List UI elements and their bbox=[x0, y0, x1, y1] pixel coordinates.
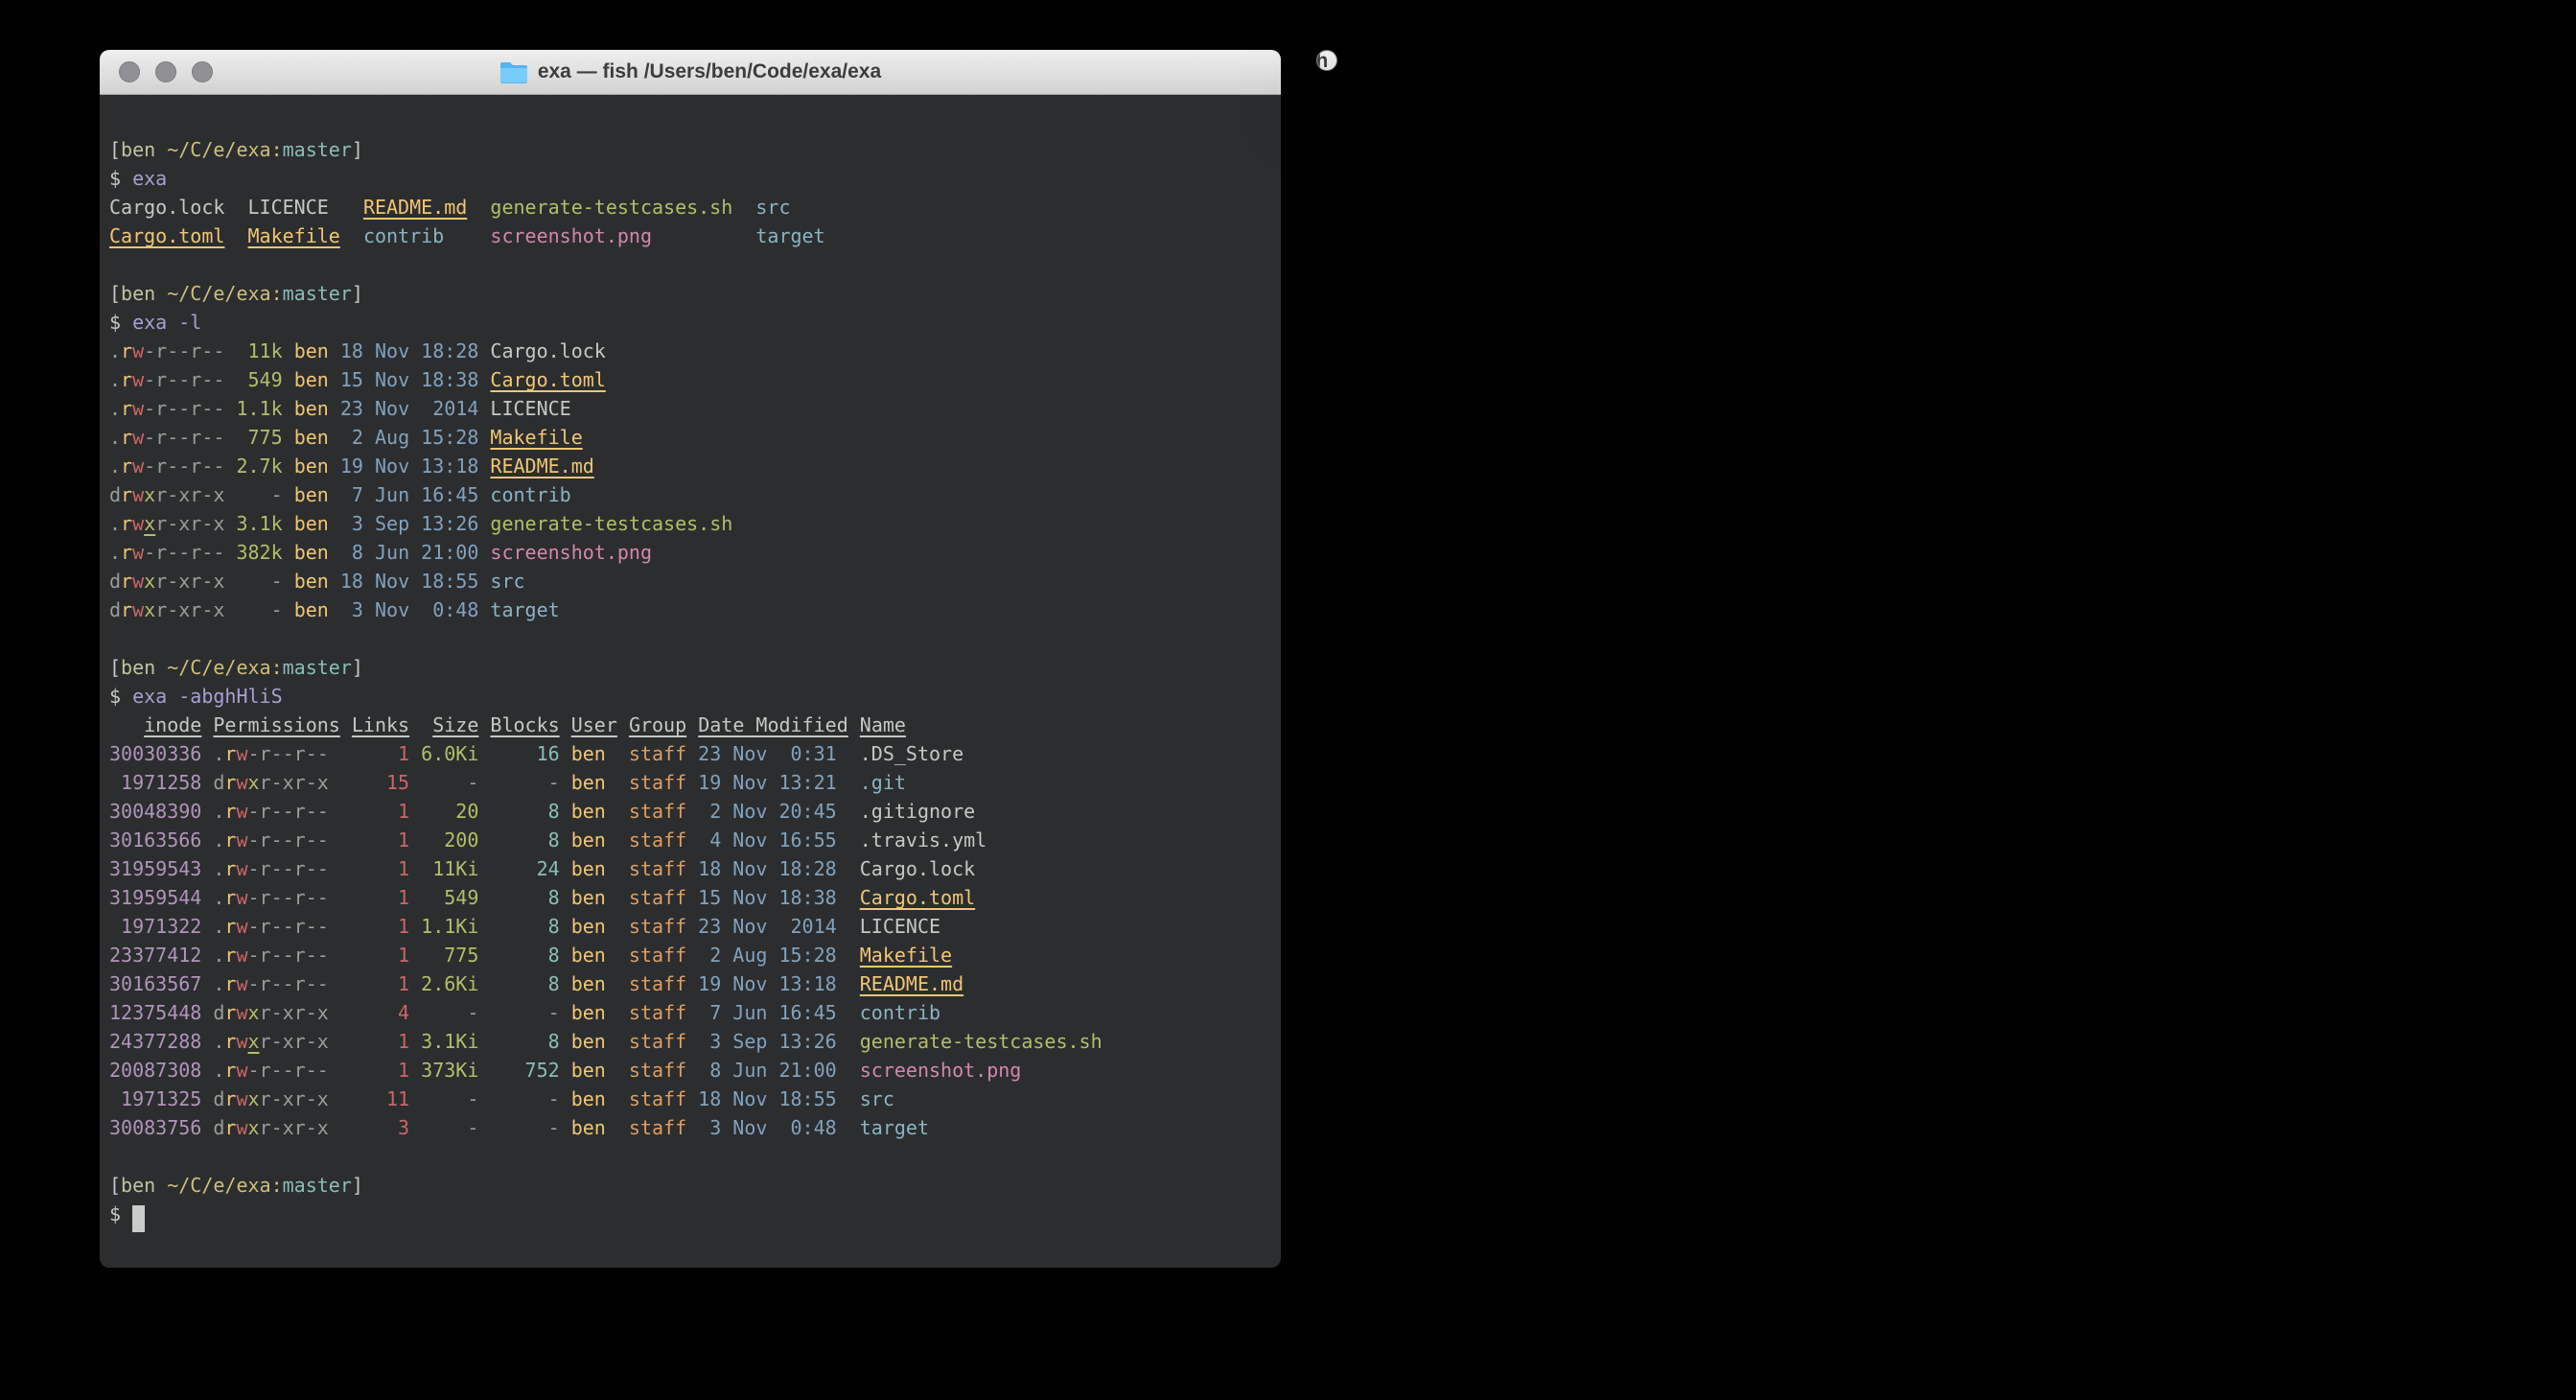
minimize-button[interactable] bbox=[155, 61, 176, 82]
terminal-line: 12375448 drwxr-xr-x 4 - - ben staff 7 Ju… bbox=[109, 998, 1281, 1027]
terminal-line: drwxr-xr-x - ben 7 Jun 16:45 contrib bbox=[109, 480, 1281, 509]
terminal-line: inode Permissions Links Size Blocks User… bbox=[109, 711, 1281, 739]
terminal-line: 31959544 .rw-r--r-- 1 549 8 ben staff 15… bbox=[109, 883, 1281, 912]
terminal-line: $ bbox=[109, 1200, 1281, 1228]
terminal-line: .rw-r--r-- 1.1k ben 23 Nov 2014 LICENCE bbox=[109, 394, 1281, 423]
terminal-window-right: exa — fish /Users/ben/Code/exa/exa [ben … bbox=[1316, 50, 1337, 71]
terminal-line: $ exa -l bbox=[109, 308, 1281, 337]
titlebar-left[interactable]: exa — fish /Users/ben/Code/exa/exa bbox=[100, 50, 1281, 95]
terminal-line bbox=[109, 624, 1281, 653]
terminal-line: .rw-r--r-- 2.7k ben 19 Nov 13:18 README.… bbox=[109, 452, 1281, 480]
terminal-line: 1971325 drwxr-xr-x 11 - - ben staff 18 N… bbox=[109, 1085, 1281, 1113]
terminal-line: 30083756 drwxr-xr-x 3 - - ben staff 3 No… bbox=[109, 1113, 1281, 1142]
zoom-button[interactable] bbox=[192, 61, 213, 82]
terminal-line: .rw-r--r-- 11k ben 18 Nov 18:28 Cargo.lo… bbox=[109, 337, 1281, 365]
terminal-line: [ben ~/C/e/exa:master] bbox=[109, 653, 1281, 682]
terminal-line: 20087308 .rw-r--r-- 1 373Ki 752 ben staf… bbox=[109, 1056, 1281, 1085]
terminal-line: [ben ~/C/e/exa:master] bbox=[109, 1171, 1281, 1200]
terminal-line: 31959543 .rw-r--r-- 1 11Ki 24 ben staff … bbox=[109, 854, 1281, 883]
terminal-line: [ben ~/C/e/exa:master] bbox=[109, 279, 1281, 308]
terminal-line: drwxr-xr-x - ben 18 Nov 18:55 src bbox=[109, 567, 1281, 595]
title-group: exa — fish /Users/ben/Code/exa/exa bbox=[1316, 50, 1337, 71]
terminal-line: 30030336 .rw-r--r-- 1 6.0Ki 16 ben staff… bbox=[109, 739, 1281, 768]
terminal-line: $ exa bbox=[109, 164, 1281, 193]
terminal-line: [ben ~/C/e/exa:master] bbox=[109, 135, 1281, 164]
terminal-line bbox=[109, 1142, 1281, 1171]
terminal-line: .rw-r--r-- 382k ben 8 Jun 21:00 screensh… bbox=[109, 538, 1281, 567]
titlebar-right[interactable]: exa — fish /Users/ben/Code/exa/exa bbox=[1317, 51, 1336, 71]
terminal-screen-left[interactable]: [ben ~/C/e/exa:master]$ exaCargo.lock LI… bbox=[100, 95, 1281, 1228]
window-title: exa — fish /Users/ben/Code/exa/exa bbox=[1316, 50, 1337, 71]
terminal-line: $ exa -abghHliS bbox=[109, 682, 1281, 711]
close-button[interactable] bbox=[1336, 62, 1337, 71]
terminal-line: .rw-r--r-- 549 ben 15 Nov 18:38 Cargo.to… bbox=[109, 365, 1281, 394]
terminal-window-left: exa — fish /Users/ben/Code/exa/exa [ben … bbox=[100, 50, 1281, 1268]
title-group: exa — fish /Users/ben/Code/exa/exa bbox=[499, 60, 881, 83]
terminal-line: Cargo.toml Makefile contrib screenshot.p… bbox=[109, 222, 1281, 250]
terminal-line: drwxr-xr-x - ben 3 Nov 0:48 target bbox=[109, 595, 1281, 624]
traffic-lights bbox=[119, 50, 213, 94]
terminal-line: 30163566 .rw-r--r-- 1 200 8 ben staff 4 … bbox=[109, 826, 1281, 854]
terminal-line: 30163567 .rw-r--r-- 1 2.6Ki 8 ben staff … bbox=[109, 969, 1281, 998]
traffic-lights bbox=[1336, 51, 1337, 71]
terminal-line: 30048390 .rw-r--r-- 1 20 8 ben staff 2 N… bbox=[109, 797, 1281, 826]
folder-icon bbox=[499, 60, 528, 83]
terminal-line bbox=[109, 106, 1281, 135]
window-title: exa — fish /Users/ben/Code/exa/exa bbox=[538, 60, 881, 83]
terminal-line: 24377288 .rwxr-xr-x 1 3.1Ki 8 ben staff … bbox=[109, 1027, 1281, 1056]
close-button[interactable] bbox=[119, 61, 140, 82]
terminal-line: 1971322 .rw-r--r-- 1 1.1Ki 8 ben staff 2… bbox=[109, 912, 1281, 941]
terminal-line: 1971258 drwxr-xr-x 15 - - ben staff 19 N… bbox=[109, 768, 1281, 797]
terminal-line: Cargo.lock LICENCE README.md generate-te… bbox=[109, 193, 1281, 222]
terminal-line bbox=[109, 250, 1281, 279]
terminal-line: .rw-r--r-- 775 ben 2 Aug 15:28 Makefile bbox=[109, 423, 1281, 452]
terminal-line: 23377412 .rw-r--r-- 1 775 8 ben staff 2 … bbox=[109, 941, 1281, 969]
terminal-line: .rwxr-xr-x 3.1k ben 3 Sep 13:26 generate… bbox=[109, 509, 1281, 538]
